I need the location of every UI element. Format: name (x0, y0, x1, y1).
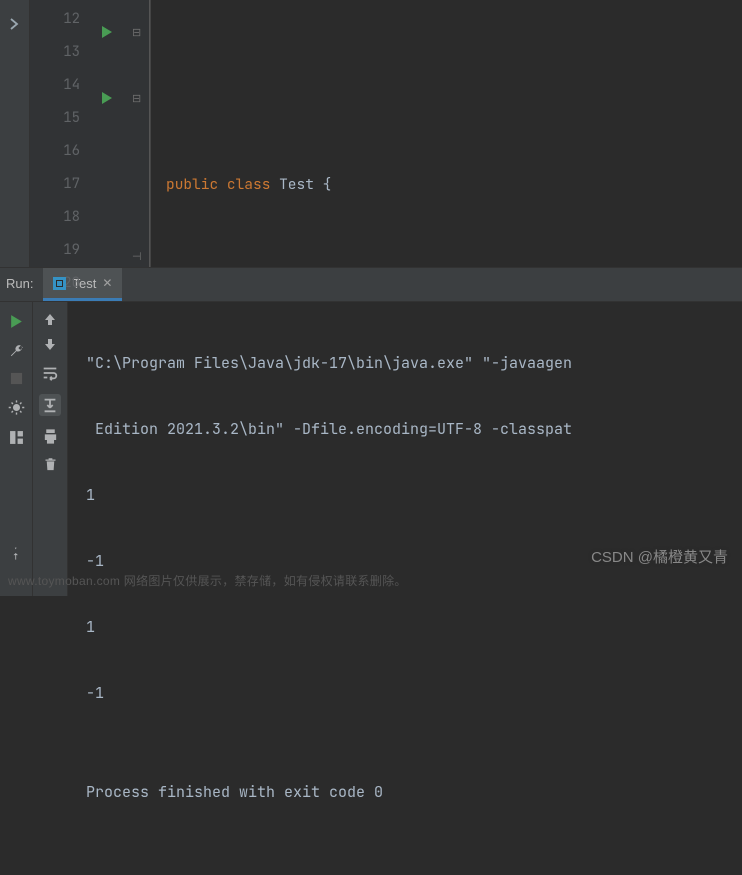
run-toolbar-actions (32, 302, 68, 596)
scroll-to-end-icon[interactable] (39, 394, 61, 416)
close-tab-icon[interactable]: ✕ (102, 276, 112, 290)
line-number: 17 (30, 168, 80, 201)
stop-icon[interactable] (10, 372, 23, 385)
up-arrow-icon[interactable] (43, 312, 57, 326)
run-gutter (90, 0, 130, 267)
bug-icon[interactable] (8, 399, 25, 416)
down-arrow-icon[interactable] (43, 338, 57, 352)
watermark: CSDN @橘橙黄又青 (591, 546, 728, 567)
code-line: public class Test { (151, 168, 742, 201)
console-line: 1 (86, 479, 742, 512)
code-area[interactable]: public class Test { public static void m… (150, 0, 742, 267)
pin-icon[interactable] (6, 545, 21, 565)
fold-gutter: ⊟ ⊟ ⊣ (130, 0, 150, 267)
console-line: Process finished with exit code 0 (86, 776, 742, 809)
line-number: 15 (30, 102, 80, 135)
console-line: "C:\Program Files\Java\jdk-17\bin\java.e… (86, 347, 742, 380)
line-number-gutter: 12 13 14 15 16 17 18 19 20 (30, 0, 90, 267)
fold-marker-icon[interactable]: ⊟ (132, 92, 141, 106)
console-line: -1 (86, 677, 742, 710)
wrench-icon[interactable] (9, 343, 24, 358)
soft-wrap-icon[interactable] (41, 364, 59, 382)
app-icon (53, 277, 66, 290)
line-number: 18 (30, 201, 80, 234)
print-icon[interactable] (42, 428, 59, 445)
chevron-right-icon (8, 18, 20, 30)
line-number: 12 (30, 3, 80, 36)
trash-icon[interactable] (43, 457, 58, 472)
code-line (151, 69, 742, 102)
line-number: 16 (30, 135, 80, 168)
line-number: 14 (30, 69, 80, 102)
layout-icon[interactable] (9, 430, 24, 445)
console-line: 1 (86, 611, 742, 644)
code-editor[interactable]: 12 13 14 15 16 17 18 19 20 ⊟ ⊟ ⊣ public … (0, 0, 742, 267)
run-method-icon[interactable] (100, 91, 114, 105)
project-gutter[interactable] (0, 0, 30, 267)
fold-end-icon[interactable]: ⊣ (132, 250, 142, 264)
run-class-icon[interactable] (100, 25, 114, 39)
console-line: Edition 2021.3.2\bin" -Dfile.encoding=UT… (86, 413, 742, 446)
fold-marker-icon[interactable]: ⊟ (132, 26, 141, 40)
run-tabs: Run: Test ✕ (0, 268, 742, 302)
rerun-icon[interactable] (9, 314, 24, 329)
watermark-footer: www.toymoban.com 网络图片仅供展示，禁存储，如有侵权请联系删除。 (8, 572, 407, 589)
line-number: 13 (30, 36, 80, 69)
line-number: 19 (30, 234, 80, 267)
